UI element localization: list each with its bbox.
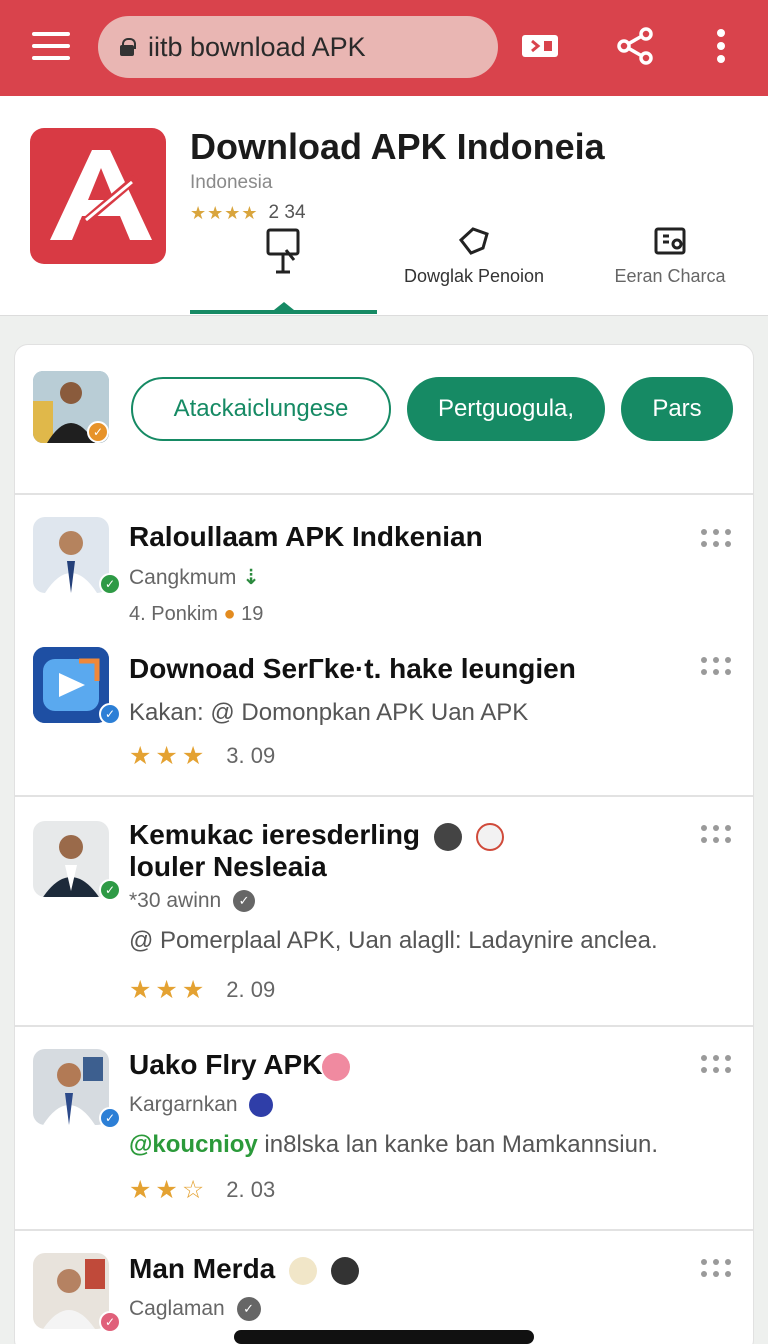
flame-icon: ● [223, 603, 236, 625]
more-icon[interactable] [701, 1055, 733, 1075]
avatar[interactable]: ✓ [33, 371, 109, 443]
tab-indicator [190, 302, 377, 314]
grid-box-icon [654, 227, 686, 255]
url-bar[interactable]: iitb bownload APK [98, 16, 498, 78]
download-arrow-icon: ⇣ [242, 566, 260, 589]
url-text: iitb bownload APK [148, 31, 366, 62]
cast-icon[interactable] [516, 22, 564, 70]
avatar [33, 1253, 109, 1329]
filter-row: ✓ Atackaiclungese Pertguogula, Pars [15, 345, 753, 495]
list-item[interactable]: ✓ Man Merda Caglaman ✓ [15, 1231, 753, 1344]
listing-meta: Cangkmum ⇣ [129, 566, 260, 589]
list-item[interactable]: ✓ Downoad SerГke·t. hake leungien Kakan:… [15, 643, 753, 795]
star-rating-icon: ★★☆ [129, 1176, 209, 1204]
filter-chip[interactable]: Pertguogula, [407, 377, 605, 441]
tab-download[interactable]: Dowglak Penoion [384, 226, 564, 316]
listing-desc: @koucnioy in8lska lan kanke ban Mamkanns… [129, 1131, 658, 1158]
listing-desc: @ Pomerplaal APK, Uan alagll: Ladaynire … [129, 927, 658, 954]
listing-title: Man Merda [129, 1253, 359, 1285]
content-card: ✓ Atackaiclungese Pertguogula, Pars ✓ Ra… [14, 344, 754, 1344]
listing-meta: Caglaman ✓ [129, 1297, 261, 1322]
list-item[interactable]: ✓ Kemukac ieresderling louler Nesleaia *… [15, 797, 753, 1025]
listing-title: Uako Flry APK [129, 1049, 351, 1081]
kiosk-icon [266, 228, 299, 274]
listing-desc: Kakan: @ Domonpkan APK Uan APK [129, 699, 529, 726]
more-icon[interactable] [701, 529, 733, 549]
lock-icon [120, 38, 136, 56]
share-icon[interactable] [611, 22, 659, 70]
avatar [433, 822, 462, 851]
listing-meta: Kargarnkan [129, 1093, 274, 1118]
app-subtitle: Indonesia [190, 172, 273, 193]
browser-toolbar: iitb bownload APK [0, 0, 768, 96]
app-logo [30, 128, 166, 264]
more-icon[interactable] [701, 657, 733, 677]
listing-rating: ★★★ 2. 09 [129, 976, 276, 1004]
app-rating: ★★★★ 2 34 [190, 202, 306, 224]
avatar [330, 1256, 359, 1285]
home-indicator[interactable] [234, 1330, 534, 1344]
list-item[interactable]: ✓ Uako Flry APK Kargarnkan @koucnioy in8… [15, 1027, 753, 1229]
rating-count: 2 34 [268, 202, 306, 223]
check-icon: ✓ [236, 1297, 261, 1322]
verified-badge-icon: ✓ [99, 1311, 121, 1333]
badge-icon [249, 1093, 274, 1118]
check-icon: ✓ [233, 890, 256, 913]
listing-rating: ★★★ 3. 09 [129, 742, 276, 770]
avatar [33, 517, 109, 593]
avatar [289, 1256, 318, 1285]
badge-icon: ✓ [87, 421, 109, 443]
app-title: Download APK Indoneia [190, 126, 605, 167]
listing-title: Kemukac ieresderling [129, 819, 504, 851]
more-icon[interactable] [701, 825, 733, 845]
more-vert-icon[interactable] [697, 22, 745, 70]
listing-title: Downoad SerГke·t. hake leungien [129, 653, 576, 684]
app-icon [33, 647, 109, 723]
app-header: Download APK Indoneia Indonesia ★★★★ 2 3… [0, 96, 768, 316]
listing-meta: *30 awinn ✓ [129, 889, 256, 913]
star-rating-icon: ★★★ [129, 976, 209, 1004]
star-rating-icon: ★★★★ [190, 202, 259, 223]
listing-extra: 4. Ponkim ● 19 [129, 603, 264, 625]
star-rating-icon: ★★★ [129, 742, 209, 770]
app-badge-icon [322, 1052, 351, 1081]
listing-title: Raloullaam APK Indkenian [129, 521, 483, 552]
filter-chip[interactable]: Pars [621, 377, 733, 441]
listing-rating: ★★☆ 2. 03 [129, 1176, 276, 1204]
listing-link[interactable]: @koucnioy [129, 1131, 258, 1158]
tag-icon [458, 227, 489, 255]
avatar [33, 1049, 109, 1125]
tab-charts[interactable]: Eeran Charca [600, 226, 740, 316]
more-icon[interactable] [701, 1259, 733, 1279]
listing-title-line2: louler Nesleaia [129, 851, 327, 882]
verified-badge-icon: ✓ [99, 573, 121, 595]
filter-chip[interactable]: Atackaiclungese [131, 377, 391, 441]
avatar [475, 822, 504, 851]
verified-badge-icon: ✓ [99, 879, 121, 901]
list-item[interactable]: ✓ Raloullaam APK Indkenian Cangkmum ⇣ 4.… [15, 495, 753, 645]
verified-badge-icon: ✓ [99, 1107, 121, 1129]
menu-icon[interactable] [30, 28, 72, 64]
verified-badge-icon: ✓ [99, 703, 121, 725]
avatar [33, 821, 109, 897]
